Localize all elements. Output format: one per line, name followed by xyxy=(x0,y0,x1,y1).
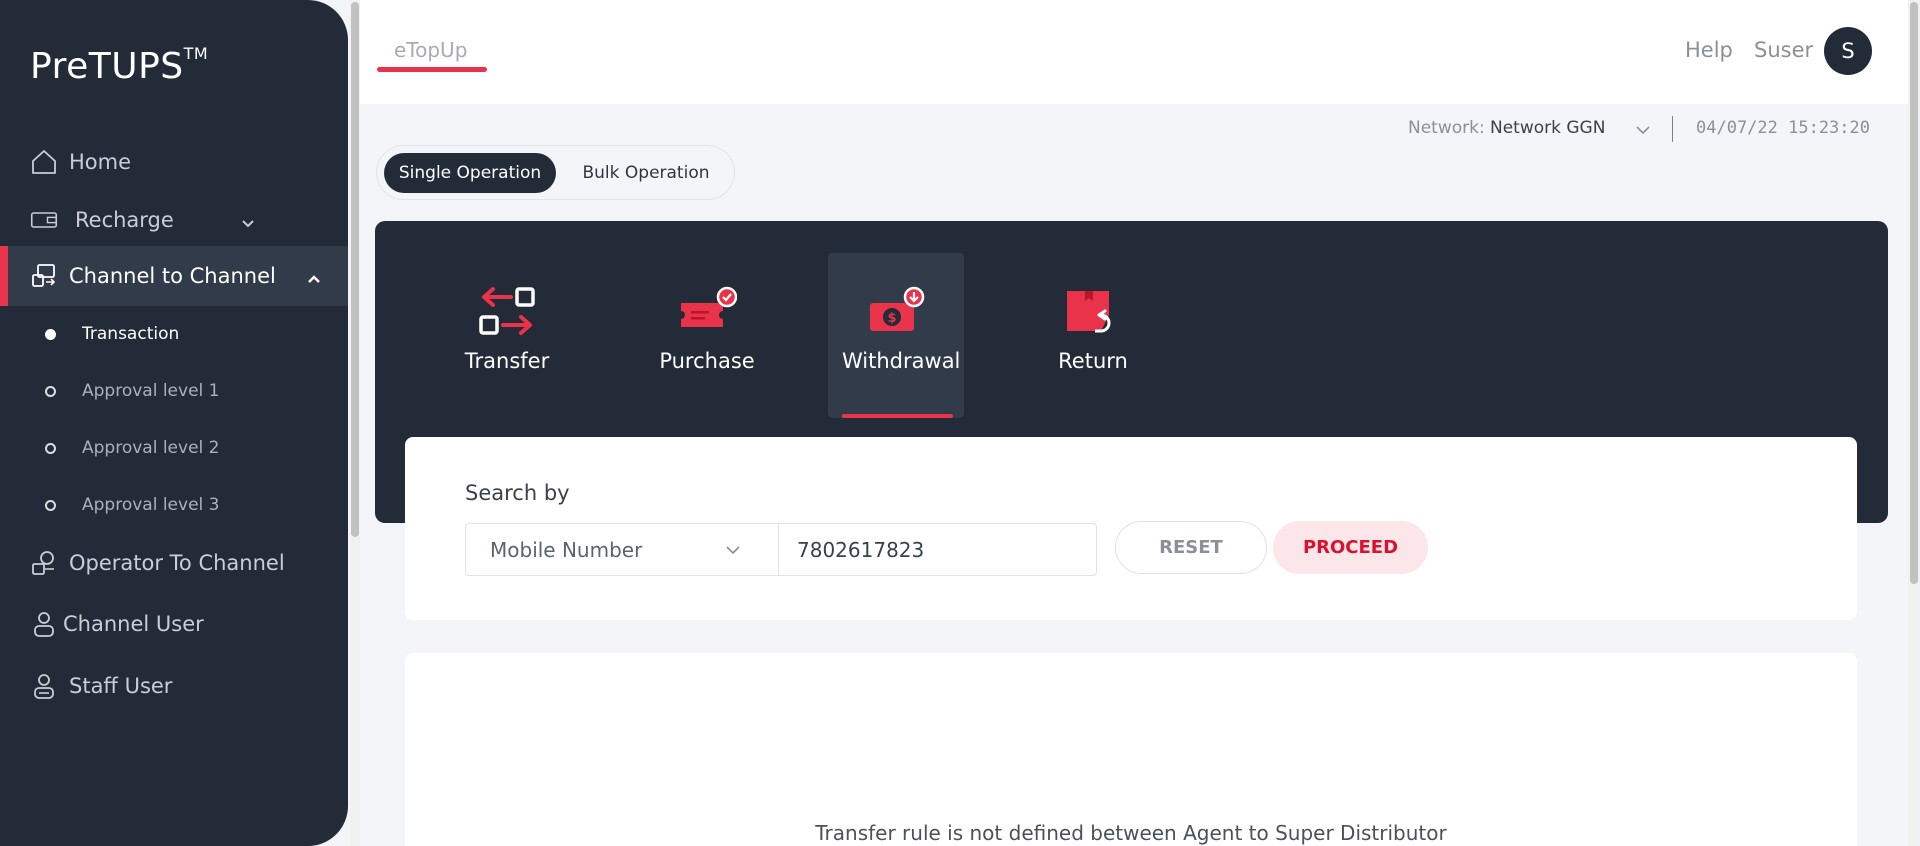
channel-icon xyxy=(30,262,58,290)
select-value: Mobile Number xyxy=(490,538,643,562)
sidebar-subitem-approval-3[interactable]: Approval level 3 xyxy=(0,485,348,525)
tile-label: Return xyxy=(1058,349,1128,373)
tile-label: Withdrawal xyxy=(842,349,961,373)
active-tile-indicator xyxy=(842,414,953,418)
sidebar-item-label: Channel to Channel xyxy=(69,264,276,288)
tile-label: Transfer xyxy=(464,349,550,373)
operator-icon xyxy=(30,549,58,577)
scrollbar-thumb[interactable] xyxy=(351,2,359,537)
tile-label: Purchase xyxy=(659,349,755,373)
purchase-icon xyxy=(677,283,738,339)
search-card: Search by Mobile Number RESET PROCEED xyxy=(405,437,1857,620)
operation-toggle: Single Operation Bulk Operation xyxy=(376,145,735,200)
withdrawal-tile[interactable]: $ Withdrawal xyxy=(828,253,964,418)
sidebar-subitem-label: Approval level 2 xyxy=(82,438,220,458)
sidebar-item-channel-user[interactable]: Channel User xyxy=(0,594,348,654)
svg-text:$: $ xyxy=(887,311,896,326)
sidebar-subitem-approval-2[interactable]: Approval level 2 xyxy=(0,428,348,468)
search-by-label: Search by xyxy=(465,481,570,505)
sidebar-item-label: Staff User xyxy=(69,674,173,698)
transfer-tile[interactable]: Transfer xyxy=(439,253,575,418)
transfer-icon xyxy=(477,283,537,339)
network-select[interactable]: Network GGN xyxy=(1490,118,1605,138)
return-tile[interactable]: Return xyxy=(1025,253,1161,418)
chevron-down-icon xyxy=(240,212,256,228)
sidebar-subitem-approval-1[interactable]: Approval level 1 xyxy=(0,371,348,411)
sidebar: PreTUPSTM Home Recharge Channel to Chann… xyxy=(0,0,348,846)
sidebar-item-label: Channel User xyxy=(63,612,204,636)
bulk-operation-button[interactable]: Bulk Operation xyxy=(565,153,727,193)
chevron-down-icon xyxy=(724,542,742,556)
reset-button[interactable]: RESET xyxy=(1115,521,1267,574)
page-scrollbar[interactable] xyxy=(1908,0,1920,846)
staff-icon xyxy=(30,672,58,700)
help-link[interactable]: Help xyxy=(1685,38,1733,62)
bullet-icon xyxy=(45,499,56,511)
sidebar-item-home[interactable]: Home xyxy=(0,132,348,192)
chevron-up-icon xyxy=(306,268,322,284)
bullet-icon xyxy=(45,328,56,340)
user-icon xyxy=(30,610,58,638)
home-icon xyxy=(30,148,58,176)
sidebar-item-operator-to-channel[interactable]: Operator To Channel xyxy=(0,533,348,593)
datetime: 04/07/22 15:23:20 xyxy=(1696,118,1870,138)
network-label: Network: xyxy=(1408,118,1485,138)
sidebar-item-label: Home xyxy=(69,150,132,174)
sidebar-item-staff-user[interactable]: Staff User xyxy=(0,656,348,716)
chevron-down-icon[interactable] xyxy=(1634,122,1652,136)
sidebar-subitem-label: Approval level 1 xyxy=(82,381,220,401)
result-card: Transfer rule is not defined between Age… xyxy=(405,653,1857,846)
bullet-icon xyxy=(45,442,56,454)
withdrawal-icon: $ xyxy=(866,283,926,339)
tab-etopup[interactable]: eTopUp xyxy=(394,38,467,62)
mobile-number-input[interactable] xyxy=(778,523,1097,576)
search-type-select[interactable]: Mobile Number xyxy=(465,523,779,576)
proceed-button[interactable]: PROCEED xyxy=(1273,521,1428,574)
bullet-icon xyxy=(45,385,56,397)
divider xyxy=(1672,116,1673,142)
sidebar-item-recharge[interactable]: Recharge xyxy=(0,190,348,250)
top-header: eTopUp Help Suser S xyxy=(360,0,1908,104)
sidebar-scrollbar[interactable] xyxy=(350,0,360,846)
sidebar-subitem-label: Approval level 3 xyxy=(82,495,220,515)
user-name: Suser xyxy=(1754,38,1814,62)
return-icon xyxy=(1063,283,1123,339)
purchase-tile[interactable]: Purchase xyxy=(639,253,775,418)
recharge-icon xyxy=(30,206,58,234)
sidebar-item-channel-to-channel[interactable]: Channel to Channel xyxy=(0,246,348,306)
sidebar-subitem-label: Transaction xyxy=(82,324,180,344)
active-tab-indicator xyxy=(377,67,487,72)
single-operation-button[interactable]: Single Operation xyxy=(384,153,556,193)
scrollbar-thumb[interactable] xyxy=(1910,2,1918,584)
result-message: Transfer rule is not defined between Age… xyxy=(815,821,1447,845)
avatar[interactable]: S xyxy=(1824,27,1872,75)
sidebar-item-label: Operator To Channel xyxy=(69,551,285,575)
sidebar-subitem-transaction[interactable]: Transaction xyxy=(0,314,348,354)
app-logo: PreTUPSTM xyxy=(30,44,209,87)
sidebar-item-label: Recharge xyxy=(75,208,174,232)
